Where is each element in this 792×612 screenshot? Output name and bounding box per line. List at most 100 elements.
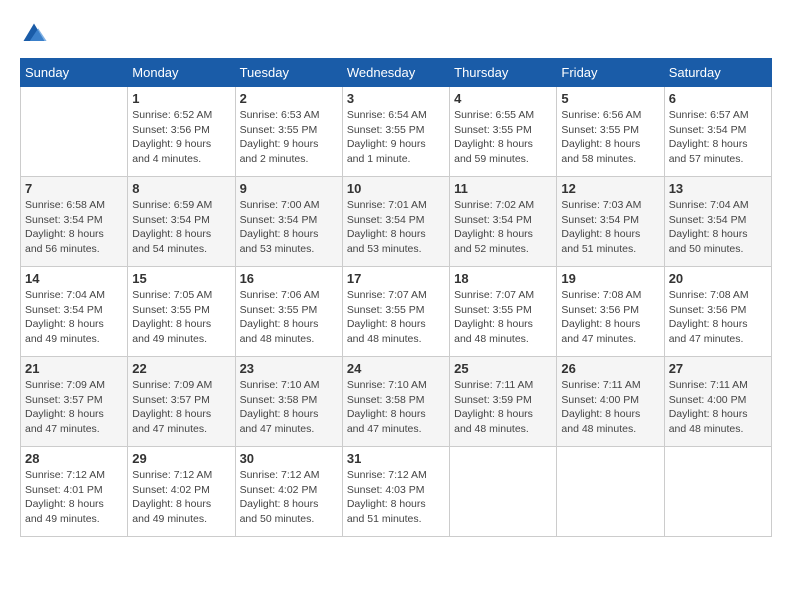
calendar-cell: 23Sunrise: 7:10 AM Sunset: 3:58 PM Dayli… [235, 357, 342, 447]
calendar-cell [21, 87, 128, 177]
calendar-cell: 24Sunrise: 7:10 AM Sunset: 3:58 PM Dayli… [342, 357, 449, 447]
calendar-week-row: 14 Sunrise: 7:04 AM Sunset: 3:54 PM Dayli… [21, 267, 772, 357]
day-info: Sunrise: 7:08 AM Sunset: 3:56 PM Dayligh… [669, 288, 767, 347]
calendar-cell: 5 Sunrise: 6:56 AM Sunset: 3:55 PM Daylig… [557, 87, 664, 177]
calendar-week-row: 1 Sunrise: 6:52 AM Sunset: 3:56 PM Daylig… [21, 87, 772, 177]
day-number: 3 [347, 91, 445, 106]
weekday-header-saturday: Saturday [664, 59, 771, 87]
logo-icon [20, 20, 48, 48]
day-number: 28 [25, 451, 123, 466]
calendar-cell: 11Sunrise: 7:02 AM Sunset: 3:54 PM Dayli… [450, 177, 557, 267]
day-info: Sunrise: 7:12 AM Sunset: 4:02 PM Dayligh… [240, 468, 338, 527]
day-info: Sunrise: 6:54 AM Sunset: 3:55 PM Dayligh… [347, 108, 445, 167]
calendar-cell: 26Sunrise: 7:11 AM Sunset: 4:00 PM Dayli… [557, 357, 664, 447]
calendar-cell: 25 Sunrise: 7:11 AM Sunset: 3:59 PM Dayli… [450, 357, 557, 447]
day-info: Sunrise: 7:09 AM Sunset: 3:57 PM Dayligh… [25, 378, 123, 437]
day-number: 21 [25, 361, 123, 376]
calendar-cell: 2Sunrise: 6:53 AM Sunset: 3:55 PM Daylig… [235, 87, 342, 177]
day-info: Sunrise: 7:04 AM Sunset: 3:54 PM Dayligh… [669, 198, 767, 257]
calendar-cell: 3 Sunrise: 6:54 AM Sunset: 3:55 PM Daylig… [342, 87, 449, 177]
day-number: 15 [132, 271, 230, 286]
calendar-week-row: 28 Sunrise: 7:12 AM Sunset: 4:01 PM Dayli… [21, 447, 772, 537]
calendar-cell: 12 Sunrise: 7:03 AM Sunset: 3:54 PM Dayli… [557, 177, 664, 267]
calendar-cell: 1 Sunrise: 6:52 AM Sunset: 3:56 PM Daylig… [128, 87, 235, 177]
weekday-header-sunday: Sunday [21, 59, 128, 87]
calendar-cell: 20 Sunrise: 7:08 AM Sunset: 3:56 PM Dayli… [664, 267, 771, 357]
calendar-cell: 29 Sunrise: 7:12 AM Sunset: 4:02 PM Dayli… [128, 447, 235, 537]
weekday-header-monday: Monday [128, 59, 235, 87]
day-number: 29 [132, 451, 230, 466]
day-number: 8 [132, 181, 230, 196]
calendar-cell: 7Sunrise: 6:58 AM Sunset: 3:54 PM Daylig… [21, 177, 128, 267]
day-info: Sunrise: 6:56 AM Sunset: 3:55 PM Dayligh… [561, 108, 659, 167]
day-number: 23 [240, 361, 338, 376]
logo [20, 20, 52, 48]
calendar-cell: 27 Sunrise: 7:11 AM Sunset: 4:00 PM Dayli… [664, 357, 771, 447]
day-info: Sunrise: 7:11 AM Sunset: 3:59 PM Dayligh… [454, 378, 552, 437]
calendar-cell: 13 Sunrise: 7:04 AM Sunset: 3:54 PM Dayli… [664, 177, 771, 267]
day-info: Sunrise: 7:12 AM Sunset: 4:01 PM Dayligh… [25, 468, 123, 527]
day-info: Sunrise: 7:09 AM Sunset: 3:57 PM Dayligh… [132, 378, 230, 437]
day-info: Sunrise: 7:05 AM Sunset: 3:55 PM Dayligh… [132, 288, 230, 347]
page-header [20, 20, 772, 48]
day-info: Sunrise: 7:08 AM Sunset: 3:56 PM Dayligh… [561, 288, 659, 347]
calendar-cell: 28 Sunrise: 7:12 AM Sunset: 4:01 PM Dayli… [21, 447, 128, 537]
day-info: Sunrise: 6:55 AM Sunset: 3:55 PM Dayligh… [454, 108, 552, 167]
day-number: 9 [240, 181, 338, 196]
day-number: 20 [669, 271, 767, 286]
day-info: Sunrise: 7:04 AM Sunset: 3:54 PM Dayligh… [25, 288, 123, 347]
day-number: 11 [454, 181, 552, 196]
calendar-cell: 30 Sunrise: 7:12 AM Sunset: 4:02 PM Dayli… [235, 447, 342, 537]
calendar-cell: 14 Sunrise: 7:04 AM Sunset: 3:54 PM Dayli… [21, 267, 128, 357]
day-info: Sunrise: 7:06 AM Sunset: 3:55 PM Dayligh… [240, 288, 338, 347]
day-number: 14 [25, 271, 123, 286]
calendar-cell: 31 Sunrise: 7:12 AM Sunset: 4:03 PM Dayli… [342, 447, 449, 537]
day-info: Sunrise: 6:59 AM Sunset: 3:54 PM Dayligh… [132, 198, 230, 257]
calendar-cell: 18 Sunrise: 7:07 AM Sunset: 3:55 PM Dayli… [450, 267, 557, 357]
day-info: Sunrise: 7:03 AM Sunset: 3:54 PM Dayligh… [561, 198, 659, 257]
day-number: 30 [240, 451, 338, 466]
day-info: Sunrise: 7:07 AM Sunset: 3:55 PM Dayligh… [454, 288, 552, 347]
calendar-cell [664, 447, 771, 537]
weekday-header-thursday: Thursday [450, 59, 557, 87]
day-info: Sunrise: 7:01 AM Sunset: 3:54 PM Dayligh… [347, 198, 445, 257]
calendar-cell: 19 Sunrise: 7:08 AM Sunset: 3:56 PM Dayli… [557, 267, 664, 357]
calendar-cell: 6 Sunrise: 6:57 AM Sunset: 3:54 PM Daylig… [664, 87, 771, 177]
day-info: Sunrise: 6:52 AM Sunset: 3:56 PM Dayligh… [132, 108, 230, 167]
day-number: 27 [669, 361, 767, 376]
day-info: Sunrise: 6:53 AM Sunset: 3:55 PM Dayligh… [240, 108, 338, 167]
calendar-table: SundayMondayTuesdayWednesdayThursdayFrid… [20, 58, 772, 537]
calendar-cell [450, 447, 557, 537]
day-number: 24 [347, 361, 445, 376]
calendar-cell: 8 Sunrise: 6:59 AM Sunset: 3:54 PM Daylig… [128, 177, 235, 267]
weekday-header-friday: Friday [557, 59, 664, 87]
calendar-cell: 15 Sunrise: 7:05 AM Sunset: 3:55 PM Dayli… [128, 267, 235, 357]
calendar-cell: 22Sunrise: 7:09 AM Sunset: 3:57 PM Dayli… [128, 357, 235, 447]
calendar-cell: 16Sunrise: 7:06 AM Sunset: 3:55 PM Dayli… [235, 267, 342, 357]
day-number: 17 [347, 271, 445, 286]
day-number: 18 [454, 271, 552, 286]
day-number: 1 [132, 91, 230, 106]
calendar-cell: 10Sunrise: 7:01 AM Sunset: 3:54 PM Dayli… [342, 177, 449, 267]
calendar-cell: 21 Sunrise: 7:09 AM Sunset: 3:57 PM Dayli… [21, 357, 128, 447]
calendar-week-row: 21 Sunrise: 7:09 AM Sunset: 3:57 PM Dayli… [21, 357, 772, 447]
day-info: Sunrise: 7:11 AM Sunset: 4:00 PM Dayligh… [561, 378, 659, 437]
calendar-week-row: 7Sunrise: 6:58 AM Sunset: 3:54 PM Daylig… [21, 177, 772, 267]
day-info: Sunrise: 7:11 AM Sunset: 4:00 PM Dayligh… [669, 378, 767, 437]
day-info: Sunrise: 7:07 AM Sunset: 3:55 PM Dayligh… [347, 288, 445, 347]
day-number: 12 [561, 181, 659, 196]
day-number: 5 [561, 91, 659, 106]
day-number: 6 [669, 91, 767, 106]
weekday-header-tuesday: Tuesday [235, 59, 342, 87]
day-number: 13 [669, 181, 767, 196]
day-number: 19 [561, 271, 659, 286]
day-info: Sunrise: 7:12 AM Sunset: 4:03 PM Dayligh… [347, 468, 445, 527]
day-info: Sunrise: 7:12 AM Sunset: 4:02 PM Dayligh… [132, 468, 230, 527]
day-info: Sunrise: 7:00 AM Sunset: 3:54 PM Dayligh… [240, 198, 338, 257]
weekday-header-row: SundayMondayTuesdayWednesdayThursdayFrid… [21, 59, 772, 87]
calendar-cell [557, 447, 664, 537]
day-number: 31 [347, 451, 445, 466]
day-number: 7 [25, 181, 123, 196]
day-number: 25 [454, 361, 552, 376]
day-info: Sunrise: 6:57 AM Sunset: 3:54 PM Dayligh… [669, 108, 767, 167]
